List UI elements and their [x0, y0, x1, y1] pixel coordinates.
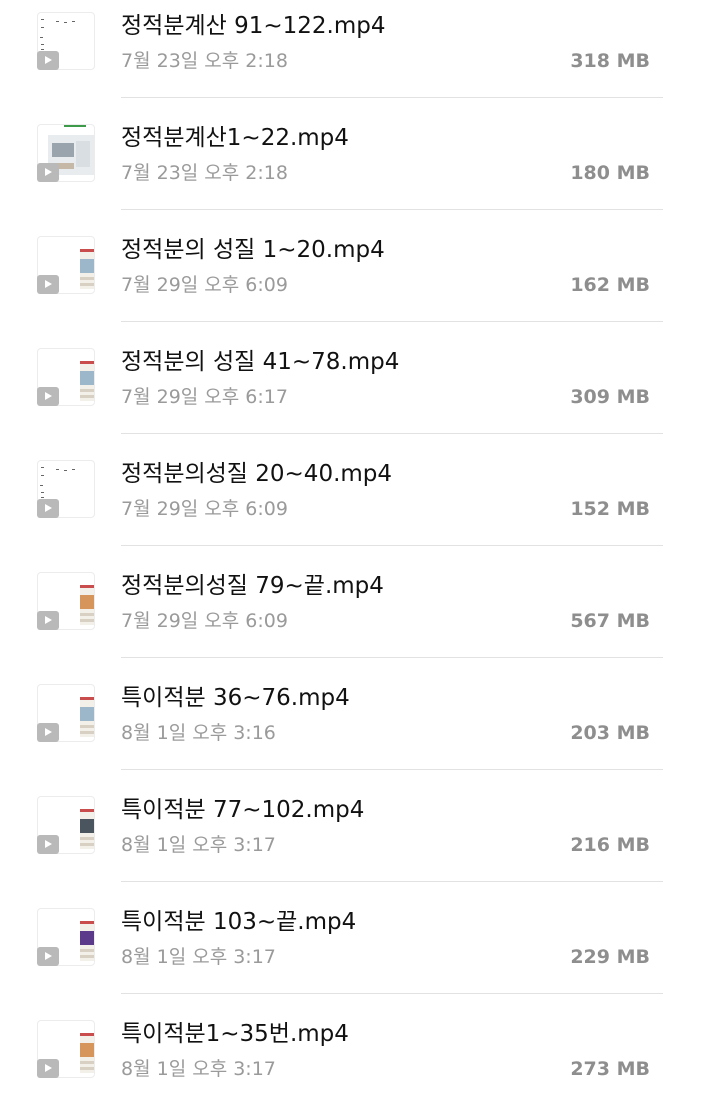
file-name: 특이적분 77~102.mp4: [121, 797, 365, 823]
play-icon[interactable]: [37, 275, 59, 294]
play-icon[interactable]: [37, 835, 59, 854]
file-row[interactable]: 정적분의성질 79~끝.mp4 7월 29일 오후 6:09 567 MB: [0, 560, 705, 672]
file-size: 273 MB: [570, 1058, 650, 1080]
file-size: 229 MB: [570, 946, 650, 968]
file-date: 7월 29일 오후 6:09: [121, 610, 288, 632]
thumbnail-preview: [64, 125, 86, 127]
row-divider: [121, 209, 663, 210]
file-size: 567 MB: [570, 610, 650, 632]
row-divider: [121, 657, 663, 658]
play-icon[interactable]: [37, 51, 59, 70]
file-size: 309 MB: [570, 386, 650, 408]
thumbnail-preview: [80, 585, 94, 625]
file-row[interactable]: 특이적분 77~102.mp4 8월 1일 오후 3:17 216 MB: [0, 784, 705, 896]
row-divider: [121, 993, 663, 994]
thumbnail-preview: [80, 697, 94, 737]
row-divider: [121, 321, 663, 322]
play-icon[interactable]: [37, 1059, 59, 1078]
play-icon[interactable]: [37, 499, 59, 518]
thumbnail-preview: [80, 1033, 94, 1073]
file-row[interactable]: 정적분의 성질 1~20.mp4 7월 29일 오후 6:09 162 MB: [0, 224, 705, 336]
row-divider: [121, 433, 663, 434]
file-size: 203 MB: [570, 722, 650, 744]
file-date: 7월 29일 오후 6:17: [121, 386, 288, 408]
thumbnail-preview: [80, 809, 94, 849]
file-date: 8월 1일 오후 3:17: [121, 834, 276, 856]
play-icon[interactable]: [37, 947, 59, 966]
play-icon[interactable]: [37, 723, 59, 742]
row-divider: [121, 881, 663, 882]
file-date: 7월 29일 오후 6:09: [121, 498, 288, 520]
file-date: 8월 1일 오후 3:17: [121, 1058, 276, 1080]
file-row[interactable]: 정적분계산1~22.mp4 7월 23일 오후 2:18 180 MB: [0, 112, 705, 224]
file-size: 162 MB: [570, 274, 650, 296]
file-name: 정적분의성질 79~끝.mp4: [121, 573, 384, 599]
file-size: 318 MB: [570, 50, 650, 72]
file-row[interactable]: 정적분의성질 20~40.mp4 7월 29일 오후 6:09 152 MB: [0, 448, 705, 560]
file-date: 7월 23일 오후 2:18: [121, 162, 288, 184]
file-name: 정적분계산1~22.mp4: [121, 125, 349, 151]
row-divider: [121, 97, 663, 98]
file-date: 8월 1일 오후 3:17: [121, 946, 276, 968]
thumbnail-preview: [80, 921, 94, 961]
file-row[interactable]: 특이적분 36~76.mp4 8월 1일 오후 3:16 203 MB: [0, 672, 705, 784]
file-name: 특이적분 103~끝.mp4: [121, 909, 357, 935]
thumbnail-preview: [80, 249, 94, 289]
play-icon[interactable]: [37, 611, 59, 630]
file-date: 7월 29일 오후 6:09: [121, 274, 288, 296]
file-row[interactable]: 특이적분 103~끝.mp4 8월 1일 오후 3:17 229 MB: [0, 896, 705, 1008]
file-name: 정적분계산 91~122.mp4: [121, 13, 386, 39]
file-date: 7월 23일 오후 2:18: [121, 50, 288, 72]
file-list: 정적분계산 91~122.mp4 7월 23일 오후 2:18 318 MB 정적분계…: [0, 0, 705, 1120]
file-date: 8월 1일 오후 3:16: [121, 722, 276, 744]
file-size: 180 MB: [570, 162, 650, 184]
row-divider: [121, 545, 663, 546]
file-name: 정적분의 성질 1~20.mp4: [121, 237, 385, 263]
play-icon[interactable]: [37, 163, 59, 182]
file-name: 특이적분1~35번.mp4: [121, 1021, 349, 1047]
file-row[interactable]: 정적분의 성질 41~78.mp4 7월 29일 오후 6:17 309 MB: [0, 336, 705, 448]
file-size: 216 MB: [570, 834, 650, 856]
file-size: 152 MB: [570, 498, 650, 520]
file-name: 특이적분 36~76.mp4: [121, 685, 350, 711]
file-row[interactable]: 정적분계산 91~122.mp4 7월 23일 오후 2:18 318 MB: [0, 0, 705, 112]
thumbnail-preview: [80, 361, 94, 401]
file-name: 정적분의 성질 41~78.mp4: [121, 349, 400, 375]
play-icon[interactable]: [37, 387, 59, 406]
row-divider: [121, 769, 663, 770]
file-row[interactable]: 특이적분1~35번.mp4 8월 1일 오후 3:17 273 MB: [0, 1008, 705, 1120]
file-name: 정적분의성질 20~40.mp4: [121, 461, 393, 487]
